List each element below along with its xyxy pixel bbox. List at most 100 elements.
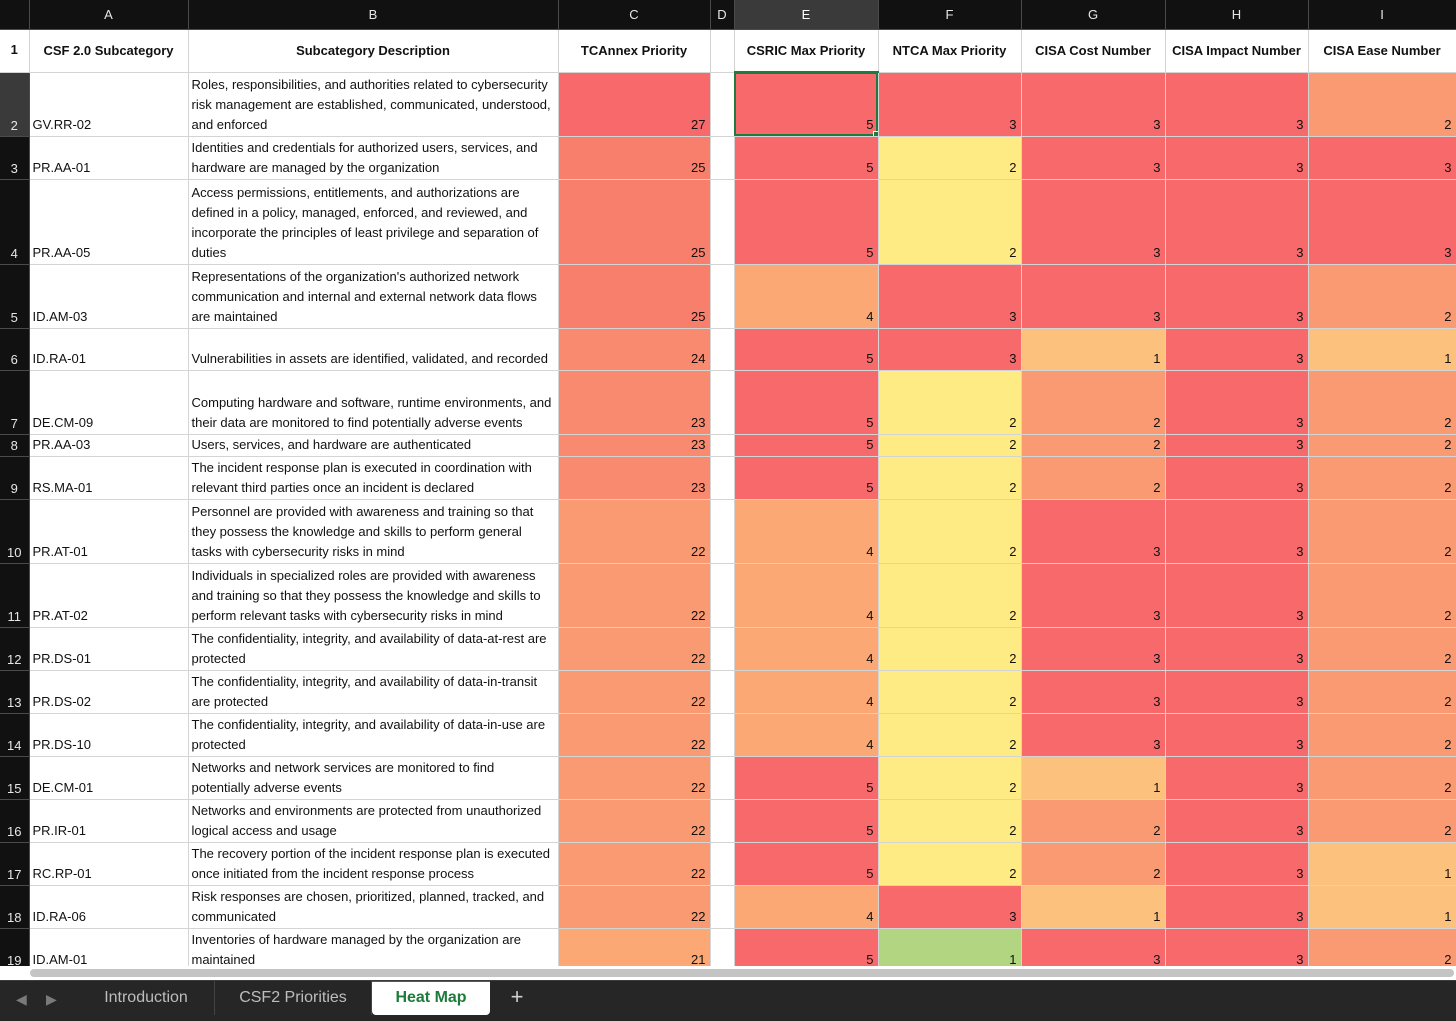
cell-cisa-impact-number[interactable]: 3 <box>1165 72 1309 137</box>
row-number[interactable]: 5 <box>0 264 30 329</box>
cell-cisa-cost-number[interactable]: 3 <box>1021 928 1166 972</box>
cell-description[interactable]: The incident response plan is executed i… <box>188 456 559 500</box>
cell-description[interactable]: Identities and credentials for authorize… <box>188 136 559 180</box>
cell-csric-max-priority[interactable]: 5 <box>734 928 879 972</box>
header-cisa-ease-number[interactable]: CISA Ease Number <box>1308 29 1456 73</box>
cell-cisa-ease-number[interactable]: 2 <box>1308 434 1456 457</box>
row-number[interactable]: 8 <box>0 434 30 457</box>
cell-ntca-max-priority[interactable]: 2 <box>878 370 1022 435</box>
header-cisa-cost-number[interactable]: CISA Cost Number <box>1021 29 1166 73</box>
row-number[interactable]: 6 <box>0 328 30 371</box>
cell-cisa-ease-number[interactable]: 1 <box>1308 842 1456 886</box>
cell-cisa-impact-number[interactable]: 3 <box>1165 670 1309 714</box>
cell-ntca-max-priority[interactable]: 2 <box>878 136 1022 180</box>
cell-cisa-impact-number[interactable]: 3 <box>1165 563 1309 628</box>
cell-cisa-impact-number[interactable]: 3 <box>1165 756 1309 800</box>
cell-cisa-impact-number[interactable]: 3 <box>1165 264 1309 329</box>
cell-ntca-max-priority[interactable]: 2 <box>878 499 1022 564</box>
row-number[interactable]: 18 <box>0 885 30 929</box>
cell-subcategory[interactable]: PR.AT-01 <box>29 499 189 564</box>
cell-cisa-ease-number[interactable]: 1 <box>1308 328 1456 371</box>
cell-tcannex-priority[interactable]: 22 <box>558 670 711 714</box>
cell-column-d[interactable] <box>710 713 735 757</box>
row-number[interactable]: 10 <box>0 499 30 564</box>
row-number[interactable]: 9 <box>0 456 30 500</box>
cell-description[interactable]: The confidentiality, integrity, and avai… <box>188 627 559 671</box>
cell-ntca-max-priority[interactable]: 1 <box>878 928 1022 972</box>
cell-cisa-ease-number[interactable]: 2 <box>1308 72 1456 137</box>
cell-description[interactable]: Networks and environments are protected … <box>188 799 559 843</box>
cell-subcategory[interactable]: RC.RP-01 <box>29 842 189 886</box>
cell-ntca-max-priority[interactable]: 2 <box>878 456 1022 500</box>
row-number[interactable]: 13 <box>0 670 30 714</box>
cell-cisa-impact-number[interactable]: 3 <box>1165 179 1309 265</box>
cell-ntca-max-priority[interactable]: 2 <box>878 756 1022 800</box>
cell-tcannex-priority[interactable]: 23 <box>558 434 711 457</box>
cell-tcannex-priority[interactable]: 22 <box>558 627 711 671</box>
column-header-B[interactable]: B <box>188 0 559 30</box>
cell-tcannex-priority[interactable]: 23 <box>558 456 711 500</box>
cell-tcannex-priority[interactable]: 22 <box>558 756 711 800</box>
header-cisa-impact-number[interactable]: CISA Impact Number <box>1165 29 1309 73</box>
cell-description[interactable]: Roles, responsibilities, and authorities… <box>188 72 559 137</box>
cell-column-d[interactable] <box>710 627 735 671</box>
row-number[interactable]: 19 <box>0 928 30 972</box>
header-ntca-max-priority[interactable]: NTCA Max Priority <box>878 29 1022 73</box>
cell-description[interactable]: The confidentiality, integrity, and avai… <box>188 713 559 757</box>
cell-ntca-max-priority[interactable]: 2 <box>878 434 1022 457</box>
cell-subcategory[interactable]: PR.DS-01 <box>29 627 189 671</box>
cell-subcategory[interactable]: RS.MA-01 <box>29 456 189 500</box>
column-header-A[interactable]: A <box>29 0 189 30</box>
cell-csric-max-priority[interactable]: 4 <box>734 264 879 329</box>
cell-cisa-ease-number[interactable]: 2 <box>1308 928 1456 972</box>
header-subcategory-description[interactable]: Subcategory Description <box>188 29 559 73</box>
cell-column-d[interactable] <box>710 179 735 265</box>
cell-description[interactable]: Representations of the organization's au… <box>188 264 559 329</box>
cell-csric-max-priority[interactable]: 5 <box>734 72 879 137</box>
row-number[interactable]: 7 <box>0 370 30 435</box>
cell-cisa-cost-number[interactable]: 1 <box>1021 328 1166 371</box>
horizontal-scrollbar[interactable] <box>0 966 1456 980</box>
cell-cisa-cost-number[interactable]: 3 <box>1021 627 1166 671</box>
column-header-H[interactable]: H <box>1165 0 1309 30</box>
add-sheet-icon[interactable]: + <box>505 985 529 1009</box>
cell-subcategory[interactable]: PR.DS-10 <box>29 713 189 757</box>
cell-description[interactable]: Vulnerabilities in assets are identified… <box>188 328 559 371</box>
cell-description[interactable]: Inventories of hardware managed by the o… <box>188 928 559 972</box>
cell-cisa-cost-number[interactable]: 1 <box>1021 885 1166 929</box>
prev-sheet-arrow-icon[interactable]: ◀ <box>16 991 27 1008</box>
cell-column-d[interactable] <box>710 928 735 972</box>
cell-subcategory[interactable]: PR.DS-02 <box>29 670 189 714</box>
cell-column-d[interactable] <box>710 72 735 137</box>
cell-cisa-impact-number[interactable]: 3 <box>1165 885 1309 929</box>
tab-introduction[interactable]: Introduction <box>78 981 215 1015</box>
column-header-I[interactable]: I <box>1308 0 1456 30</box>
cell-cisa-ease-number[interactable]: 3 <box>1308 136 1456 180</box>
cell-cisa-impact-number[interactable]: 3 <box>1165 328 1309 371</box>
cell-cisa-ease-number[interactable]: 2 <box>1308 370 1456 435</box>
cell-cisa-cost-number[interactable]: 2 <box>1021 456 1166 500</box>
cell-cisa-cost-number[interactable]: 3 <box>1021 713 1166 757</box>
cell-tcannex-priority[interactable]: 22 <box>558 563 711 628</box>
cell-description[interactable]: Individuals in specialized roles are pro… <box>188 563 559 628</box>
header-column-d[interactable] <box>710 29 735 73</box>
cell-cisa-ease-number[interactable]: 3 <box>1308 179 1456 265</box>
cell-ntca-max-priority[interactable]: 2 <box>878 799 1022 843</box>
cell-description[interactable]: Users, services, and hardware are authen… <box>188 434 559 457</box>
cell-ntca-max-priority[interactable]: 2 <box>878 670 1022 714</box>
cell-tcannex-priority[interactable]: 22 <box>558 885 711 929</box>
cell-cisa-ease-number[interactable]: 2 <box>1308 456 1456 500</box>
cell-cisa-impact-number[interactable]: 3 <box>1165 928 1309 972</box>
cell-tcannex-priority[interactable]: 24 <box>558 328 711 371</box>
cell-csric-max-priority[interactable]: 5 <box>734 456 879 500</box>
spreadsheet-grid[interactable]: A B C D E F G H I 1 CSF 2.0 Subcategory … <box>0 0 1456 980</box>
cell-column-d[interactable] <box>710 136 735 180</box>
column-header-F[interactable]: F <box>878 0 1022 30</box>
cell-ntca-max-priority[interactable]: 2 <box>878 627 1022 671</box>
cell-tcannex-priority[interactable]: 22 <box>558 799 711 843</box>
cell-column-d[interactable] <box>710 370 735 435</box>
row-number[interactable]: 17 <box>0 842 30 886</box>
cell-description[interactable]: The confidentiality, integrity, and avai… <box>188 670 559 714</box>
cell-subcategory[interactable]: PR.IR-01 <box>29 799 189 843</box>
cell-cisa-ease-number[interactable]: 2 <box>1308 499 1456 564</box>
